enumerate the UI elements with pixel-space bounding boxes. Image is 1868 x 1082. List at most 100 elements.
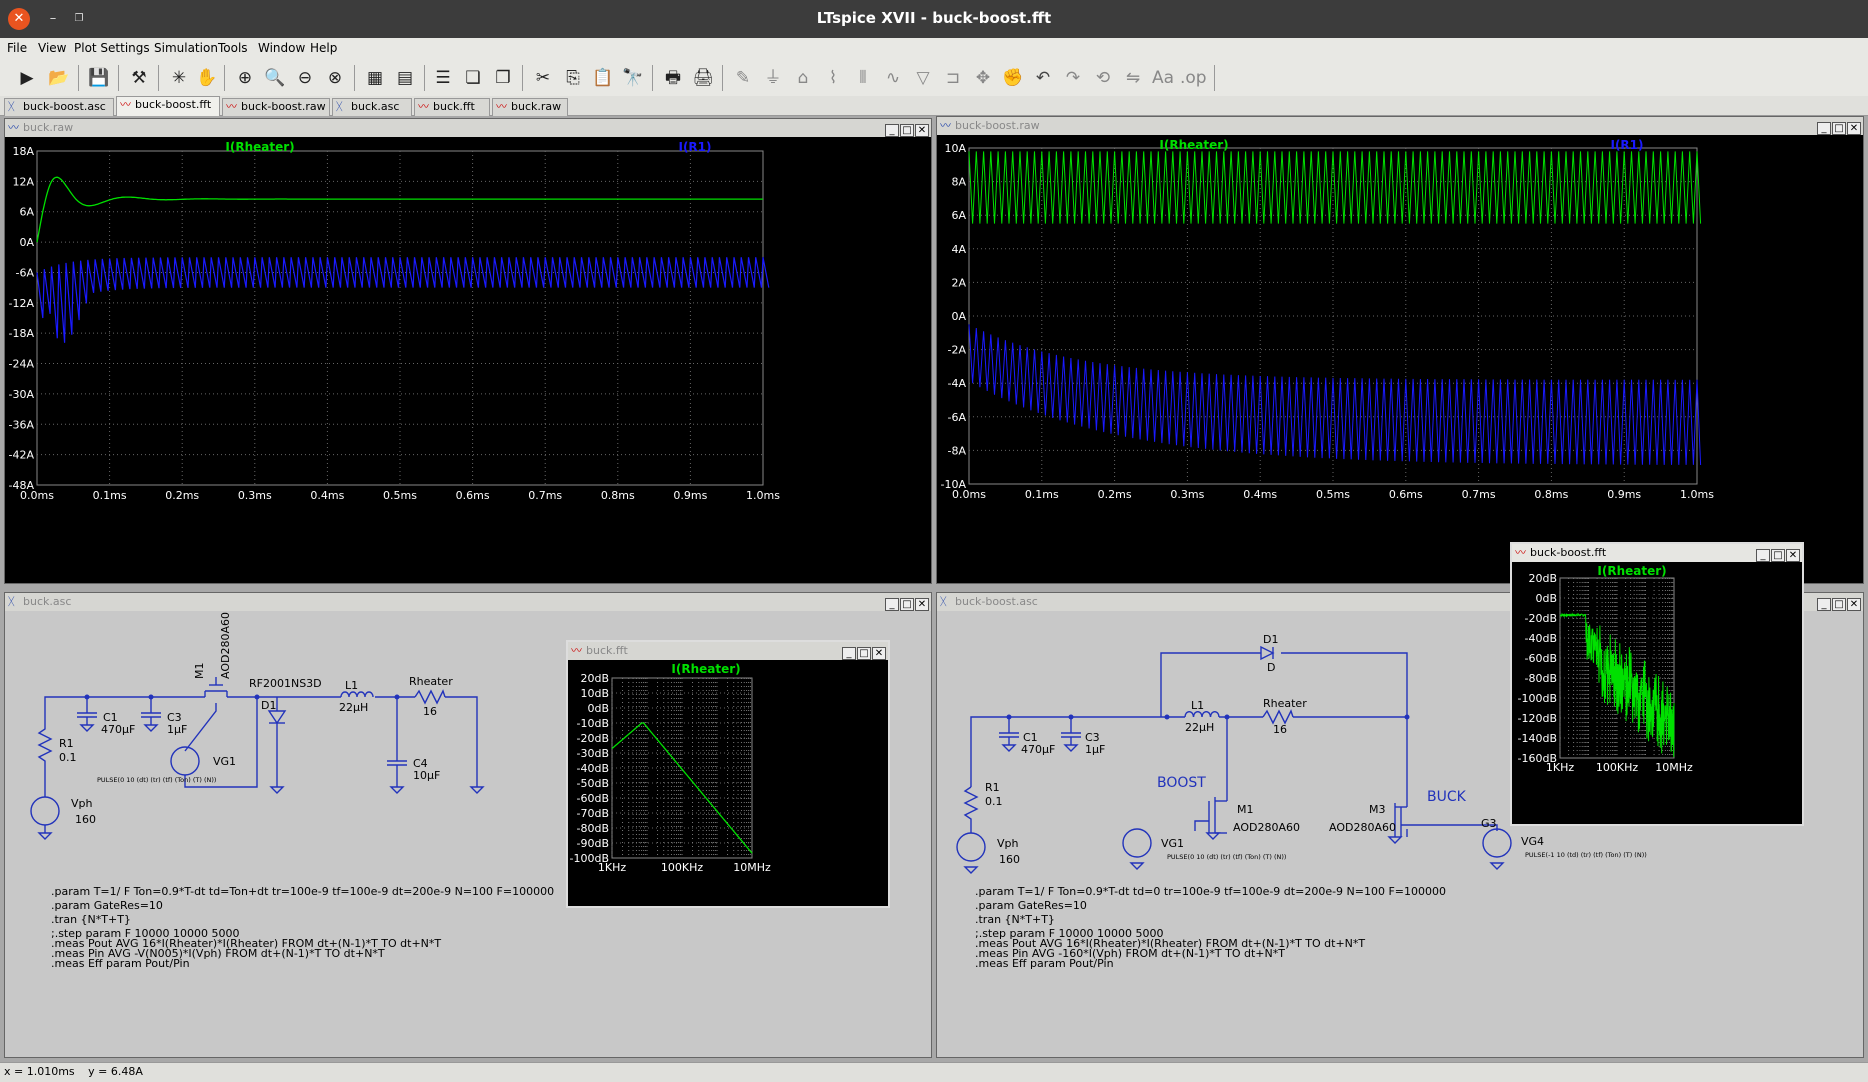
minimize-button[interactable]: _ [1817, 598, 1831, 611]
tab-buck-asc[interactable]: ᚷ buck.asc [332, 98, 412, 116]
label-vph-value[interactable]: 160 [75, 813, 96, 826]
directive-gateres[interactable]: .param GateRes=10 [51, 899, 163, 912]
print-icon[interactable]: 🖶 [660, 65, 686, 91]
menu-simulation[interactable]: Simulation [154, 41, 218, 55]
label-c3-value[interactable]: 1µF [167, 723, 187, 736]
minimize-button[interactable]: _ [842, 647, 856, 660]
menu-view[interactable]: View [38, 41, 66, 55]
label-rheater-value[interactable]: 16 [1273, 723, 1287, 736]
label-m1[interactable]: M1 [1237, 803, 1254, 816]
zoom-in-icon[interactable]: ⊕ [232, 65, 258, 91]
tab-buck-fft[interactable]: 〰 buck.fft [414, 98, 490, 116]
label-m1[interactable]: M1 [193, 663, 206, 680]
text-icon[interactable]: Aa [1150, 65, 1176, 91]
close-button[interactable]: ✕ [915, 598, 929, 611]
window-buck-fft[interactable]: 〰 buck.fft _ □ ✕ I(Rheater) 20dB 10dB 0dB -10d… [566, 640, 890, 908]
label-vg4[interactable]: VG4 [1521, 835, 1544, 848]
cut-icon[interactable]: ✂ [530, 65, 556, 91]
window-title-bar[interactable]: 〰 buck-boost.fft _ □ ✕ [1512, 544, 1802, 562]
zoom-fit-icon[interactable]: ⊗ [322, 65, 348, 91]
fft-plot-buck[interactable]: I(Rheater) 20dB 10dB 0dB -10dB -20dB -30dB -40… [568, 660, 888, 906]
label-rheater[interactable]: Rheater [409, 675, 453, 688]
minimize-button[interactable]: _ [885, 124, 899, 137]
tile-horizontal-icon[interactable]: ☰ [430, 65, 456, 91]
label-c4-value[interactable]: 10µF [413, 769, 440, 782]
label-vph[interactable]: Vph [997, 837, 1019, 850]
directive-tran[interactable]: .tran {N*T+T} [975, 913, 1055, 926]
trace-label-irheater[interactable]: I(Rheater) [1159, 138, 1228, 152]
zoom-area-icon[interactable]: 🔍 [262, 65, 288, 91]
label-r1-value[interactable]: 0.1 [59, 751, 77, 764]
label-m3-part[interactable]: AOD280A60 [1329, 821, 1396, 834]
minimize-button[interactable]: _ [1817, 122, 1831, 135]
label-vg4-pulse[interactable]: PULSE(-1 10 (td) (tr) (tf) (Ton) (T) (N)… [1525, 851, 1647, 859]
component-icon[interactable]: ⊐ [940, 65, 966, 91]
maximize-button[interactable]: □ [1832, 598, 1846, 611]
label-vg1[interactable]: VG1 [213, 755, 236, 768]
label-r1-value[interactable]: 0.1 [985, 795, 1003, 808]
tab-buck-boost-asc[interactable]: ᚷ buck-boost.asc [4, 98, 114, 116]
menu-plot-settings[interactable]: Plot Settings [74, 41, 150, 55]
spice-directive-icon[interactable]: .op [1180, 65, 1207, 91]
trace-label-ir1[interactable]: I(R1) [1610, 138, 1643, 152]
diode-icon[interactable]: ▽ [910, 65, 936, 91]
label-d1[interactable]: D1 [261, 699, 276, 712]
move-icon[interactable]: ✥ [970, 65, 996, 91]
open-icon[interactable]: 📂 [46, 65, 72, 91]
trace-label-irheater[interactable]: I(Rheater) [225, 140, 294, 154]
pan-icon[interactable]: ✋ [194, 65, 220, 91]
fft-plot-buck-boost[interactable]: I(Rheater) 20dB 0dB -20dB -40dB -60dB -80dB -1… [1512, 562, 1802, 824]
label-vph[interactable]: Vph [71, 797, 93, 810]
label-rheater[interactable]: Rheater [1263, 697, 1307, 710]
label-l1[interactable]: L1 [345, 679, 358, 692]
label-l1-value[interactable]: 22µH [339, 701, 368, 714]
capacitor-icon[interactable]: ⫴ [850, 65, 876, 91]
label-vg1[interactable]: VG1 [1161, 837, 1184, 850]
manual-limits-icon[interactable]: ▤ [392, 65, 418, 91]
label-vph-value[interactable]: 160 [999, 853, 1020, 866]
zoom-out-icon[interactable]: ⊖ [292, 65, 318, 91]
halt-icon[interactable]: ✳ [166, 65, 192, 91]
inductor-icon[interactable]: ∿ [880, 65, 906, 91]
trace-label-ir1[interactable]: I(R1) [678, 140, 711, 154]
waveform-plot-buck[interactable]: I(Rheater) I(R1) 18A 12A 6A 0A -6A -12A -18A -2… [5, 137, 931, 583]
print-setup-icon[interactable]: 🖨 [690, 65, 716, 91]
tile-vertical-icon[interactable]: ❐ [490, 65, 516, 91]
autorange-icon[interactable]: ▦ [362, 65, 388, 91]
close-button[interactable]: ✕ [872, 647, 886, 660]
mirror-icon[interactable]: ⇋ [1120, 65, 1146, 91]
close-button[interactable]: ✕ [1786, 549, 1800, 562]
label-m1-part[interactable]: AOD280A60 [1233, 821, 1300, 834]
label-m1-part[interactable]: AOD280A60 [219, 612, 232, 679]
label-r1[interactable]: R1 [59, 737, 74, 750]
window-buck-raw[interactable]: 〰 buck.raw _ □ ✕ I(Rheater) I(R1) 18A 12A 6A 0… [4, 118, 932, 584]
label-r1[interactable]: R1 [985, 781, 1000, 794]
rotate-icon[interactable]: ⟲ [1090, 65, 1116, 91]
paste-icon[interactable]: 📋 [590, 65, 616, 91]
tab-buck-raw[interactable]: 〰 buck.raw [492, 98, 568, 116]
maximize-button[interactable]: □ [1832, 122, 1846, 135]
label-d1-part[interactable]: RF2001NS3D [249, 677, 322, 690]
trace-label-irheater[interactable]: I(Rheater) [671, 662, 740, 676]
label-rheater-value[interactable]: 16 [423, 705, 437, 718]
directive-gateres[interactable]: .param GateRes=10 [975, 899, 1087, 912]
label-buck[interactable]: BUCK [1427, 789, 1467, 805]
close-button[interactable]: ✕ [1847, 598, 1861, 611]
ground-icon[interactable]: ⏚ [760, 65, 786, 91]
wire-icon[interactable]: ✎ [730, 65, 756, 91]
control-panel-icon[interactable]: ⚒ [126, 65, 152, 91]
window-buck-boost-raw[interactable]: 〰 buck-boost.raw _ □ ✕ I(Rheater) I(R1) 10A… [936, 116, 1864, 584]
undo-icon[interactable]: ↶ [1030, 65, 1056, 91]
run-icon[interactable]: ▶ [14, 65, 40, 91]
waveform-plot-buck-boost[interactable]: I(Rheater) I(R1) 10A 8A 6A 4A 2A 0A -2A -4A -6A -… [937, 135, 1863, 583]
resistor-icon[interactable]: ⌇ [820, 65, 846, 91]
maximize-button[interactable]: □ [900, 124, 914, 137]
label-d1-model[interactable]: D [1267, 661, 1275, 674]
menu-window[interactable]: Window [258, 41, 305, 55]
minimize-button[interactable]: _ [885, 598, 899, 611]
window-title-bar[interactable]: 〰 buck.fft _ □ ✕ [568, 642, 888, 660]
close-button[interactable]: ✕ [1847, 122, 1861, 135]
label-d1[interactable]: D1 [1263, 633, 1278, 646]
menu-help[interactable]: Help [310, 41, 337, 55]
drag-icon[interactable]: ✊ [1000, 65, 1026, 91]
